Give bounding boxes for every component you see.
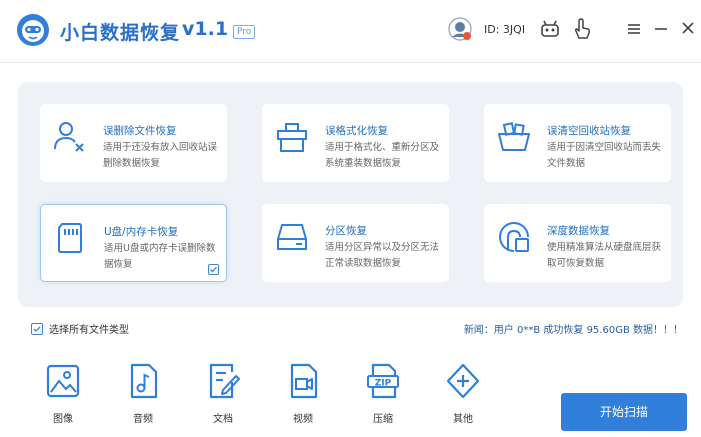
app-title: 小白数据恢复 (60, 22, 181, 44)
mode-desc: 适用于格式化、重新分区及系统重装数据恢复 (325, 142, 440, 169)
filetype-other[interactable]: 其他 (438, 362, 488, 425)
filetype-image[interactable]: 图像 (38, 362, 88, 425)
select-all-checkbox[interactable]: 选择所有文件类型 (31, 321, 129, 336)
audio-icon (130, 363, 158, 399)
filetype-label: 视频 (293, 414, 313, 425)
mode-desc: 适用于因清空回收站而丢失文件数据 (547, 142, 662, 169)
close-icon[interactable] (681, 21, 695, 35)
mode-desc: 使用精准算法从硬盘底层获取可恢复数据 (547, 242, 662, 269)
filetype-audio[interactable]: 音频 (118, 362, 168, 425)
checkmark-icon (208, 264, 219, 275)
mode-title: 误清空回收站恢复 (547, 125, 631, 137)
filetype-zip[interactable]: ZIP 压缩 (358, 362, 408, 425)
app-version: v1.1 (182, 18, 229, 40)
mode-desc: 适用U盘或内存卡误删除数据恢复 (104, 243, 216, 270)
app-logo-icon (17, 14, 49, 46)
pro-badge: Pro (233, 25, 256, 39)
mode-title: 误删除文件恢复 (103, 125, 177, 137)
user-id: ID: 3JQI (484, 23, 526, 36)
recycle-bin-icon (498, 122, 530, 151)
deep-scan-icon (499, 222, 529, 252)
filetype-label: 压缩 (373, 414, 393, 425)
filetype-document[interactable]: 文档 (198, 362, 248, 425)
format-drive-icon (277, 123, 307, 152)
mode-title: U盘/内存卡恢复 (104, 226, 179, 238)
hard-disk-icon (277, 224, 307, 250)
news-ticker: 新闻：用户 0**B 成功恢复 95.60GB 数据！！！ (463, 325, 683, 336)
menu-icon[interactable] (627, 22, 641, 36)
mode-card-deleted-files[interactable]: 误删除文件恢复 适用于还没有放入回收站误删除数据恢复 (40, 104, 227, 182)
select-all-label: 选择所有文件类型 (49, 325, 129, 336)
filetype-label: 文档 (213, 414, 233, 425)
mode-card-usb-sd[interactable]: U盘/内存卡恢复 适用U盘或内存卡误删除数据恢复 (40, 204, 227, 282)
filetype-video[interactable]: 视频 (278, 362, 328, 425)
zip-icon: ZIP (367, 363, 399, 399)
mode-title: 误格式化恢复 (325, 125, 388, 137)
video-icon (290, 363, 318, 399)
mode-title: 深度数据恢复 (547, 225, 610, 237)
filetype-label: 音频 (133, 414, 153, 425)
touch-hand-icon[interactable] (571, 17, 593, 41)
mode-desc: 适用分区异常以及分区无法正常读取数据恢复 (325, 242, 440, 269)
user-avatar-icon[interactable] (448, 17, 472, 41)
robot-icon[interactable] (539, 18, 561, 40)
user-delete-icon (54, 122, 84, 152)
filetype-label: 其他 (453, 414, 473, 425)
mode-card-format[interactable]: 误格式化恢复 适用于格式化、重新分区及系统重装数据恢复 (262, 104, 449, 182)
start-scan-button[interactable]: 开始扫描 (561, 393, 687, 431)
mode-desc: 适用于还没有放入回收站误删除数据恢复 (103, 142, 218, 169)
mode-card-recycle-bin[interactable]: 误清空回收站恢复 适用于因清空回收站而丢失文件数据 (484, 104, 671, 182)
document-icon (209, 363, 240, 399)
checkbox-icon[interactable] (31, 323, 43, 335)
mode-title: 分区恢复 (325, 225, 367, 237)
filetype-label: 图像 (53, 414, 73, 425)
minimize-icon[interactable] (654, 22, 668, 36)
title-bar: 小白数据恢复 v1.1 Pro ID: 3JQI (0, 0, 701, 63)
other-icon (446, 363, 480, 399)
mode-card-deep-scan[interactable]: 深度数据恢复 使用精准算法从硬盘底层获取可恢复数据 (484, 204, 671, 282)
recovery-mode-panel: 误删除文件恢复 适用于还没有放入回收站误删除数据恢复 误格式化恢复 适用于格式化… (18, 82, 683, 307)
svg-text:ZIP: ZIP (375, 379, 392, 389)
image-icon (46, 364, 80, 398)
mode-card-partition[interactable]: 分区恢复 适用分区异常以及分区无法正常读取数据恢复 (262, 204, 449, 282)
sd-card-icon (58, 223, 82, 253)
